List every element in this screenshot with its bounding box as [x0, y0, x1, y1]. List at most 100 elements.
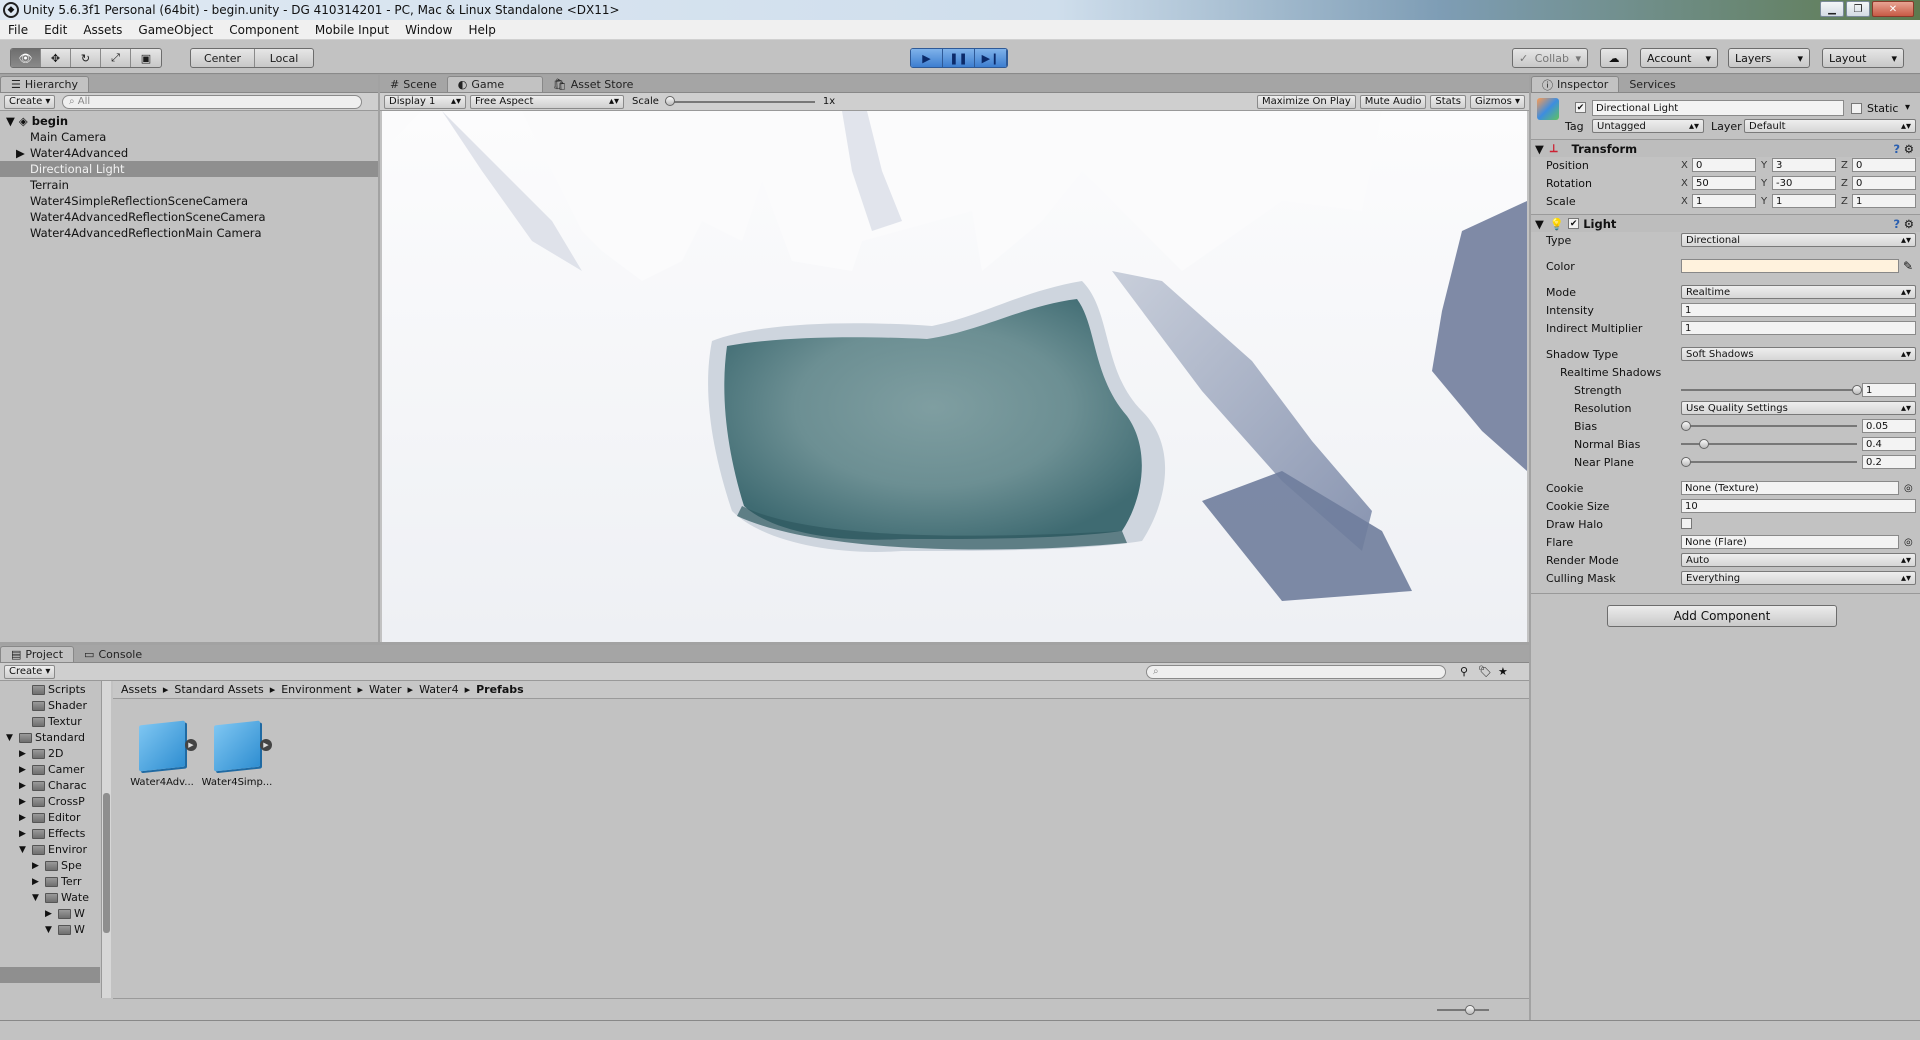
add-component-button[interactable]: Add Component [1607, 605, 1837, 627]
near-plane-field[interactable]: 0.2 [1862, 455, 1916, 469]
tab-hierarchy[interactable]: ☰ Hierarchy [0, 76, 90, 92]
tag-dropdown[interactable]: Untagged ▴▾ [1592, 119, 1704, 133]
collapsed-arrow-icon[interactable]: ▶ [45, 909, 55, 919]
display-dropdown[interactable]: Display 1 ▴▾ [384, 94, 466, 109]
menu-file[interactable]: File [0, 23, 36, 37]
account-dropdown[interactable]: Account ▾ [1640, 48, 1718, 68]
filter-type-icon[interactable]: ⚲ [1460, 665, 1468, 678]
scale-tool-icon[interactable]: ⤢ [101, 49, 131, 67]
menu-gameobject[interactable]: GameObject [130, 23, 221, 37]
menu-edit[interactable]: Edit [36, 23, 75, 37]
hierarchy-item[interactable]: Main Camera [0, 129, 378, 145]
draw-halo-checkbox[interactable] [1681, 518, 1692, 529]
active-checkbox[interactable]: ✔ [1575, 102, 1586, 113]
favorite-star-icon[interactable]: ★ [1498, 665, 1508, 678]
collapsed-arrow-icon[interactable]: ▶ [19, 829, 29, 839]
folder-tree-item[interactable]: ▶ Spe [32, 859, 82, 872]
folder-tree-item[interactable]: ▶ 2D [19, 747, 63, 760]
position-x-field[interactable]: 0 [1692, 158, 1756, 172]
folder-tree-item[interactable]: ▼ W [45, 923, 85, 936]
help-icon[interactable]: ? [1893, 142, 1900, 156]
collapsed-arrow-icon[interactable]: ▶ [19, 781, 29, 791]
collapsed-arrow-icon[interactable]: ▶ [19, 813, 29, 823]
color-swatch[interactable] [1681, 259, 1899, 273]
rotate-tool-icon[interactable]: ↻ [71, 49, 101, 67]
mode-dropdown[interactable]: Realtime ▴▾ [1681, 285, 1916, 299]
position-y-field[interactable]: 3 [1772, 158, 1836, 172]
folder-tree-item[interactable]: ▶ W [45, 907, 85, 920]
folder-tree-item[interactable]: ▼ Standard [6, 731, 85, 744]
breadcrumb-item[interactable]: Water [369, 683, 402, 696]
expanded-arrow-icon[interactable]: ▼ [19, 845, 29, 855]
minimize-button[interactable]: ▁ [1820, 1, 1844, 17]
hierarchy-item[interactable]: Terrain [0, 177, 378, 193]
menu-window[interactable]: Window [397, 23, 460, 37]
mute-audio-toggle[interactable]: Mute Audio [1359, 94, 1427, 109]
intensity-field[interactable]: 1 [1681, 303, 1916, 317]
folder-tree-item[interactable]: Shader [19, 699, 87, 712]
flare-field[interactable]: None (Flare) [1681, 535, 1899, 549]
breadcrumb-item[interactable]: Assets [121, 683, 157, 696]
eyedropper-icon[interactable]: ✎ [1903, 259, 1913, 273]
game-viewport[interactable] [382, 111, 1527, 642]
light-enabled-checkbox[interactable]: ✔ [1568, 218, 1580, 229]
gear-icon[interactable]: ⚙ [1904, 217, 1914, 231]
normal-bias-field[interactable]: 0.4 [1862, 437, 1916, 451]
normal-bias-slider-knob[interactable] [1699, 439, 1709, 449]
bias-field[interactable]: 0.05 [1862, 419, 1916, 433]
bias-slider-knob[interactable] [1681, 421, 1691, 431]
hierarchy-item[interactable]: Water4AdvancedReflectionMain Camera [0, 225, 378, 241]
project-search-input[interactable]: ⌕ [1146, 664, 1446, 679]
pause-icon[interactable]: ❚❚ [943, 49, 975, 67]
folder-tree-item[interactable]: ▶ Terr [32, 875, 81, 888]
layers-dropdown[interactable]: Layers ▾ [1728, 48, 1810, 68]
folder-tree-item[interactable]: ▶ Editor [19, 811, 81, 824]
folder-tree-item[interactable]: Textur [19, 715, 82, 728]
expanded-arrow-icon[interactable]: ▼ [32, 893, 42, 903]
view-tool-eye-icon[interactable]: 👁 [11, 49, 41, 67]
move-tool-icon[interactable]: ✥ [41, 49, 71, 67]
prefab-asset[interactable]: ▶ Water4Simp... [197, 717, 277, 788]
tree-scrollbar[interactable] [101, 681, 111, 998]
strength-slider-knob[interactable] [1852, 385, 1862, 395]
hierarchy-search-input[interactable]: ⌕ All [62, 94, 362, 109]
gizmos-dropdown[interactable]: Gizmos ▾ [1469, 94, 1525, 109]
transform-header[interactable]: ▼ ⟂ Transform ? ⚙ [1531, 139, 1920, 157]
tab-project[interactable]: ▤ Project [0, 646, 75, 662]
gear-icon[interactable]: ⚙ [1904, 142, 1914, 156]
collapsed-arrow-icon[interactable]: ▶ [32, 877, 42, 887]
layer-dropdown[interactable]: Default ▴▾ [1744, 119, 1916, 133]
tab-inspector[interactable]: ⓘ Inspector [1531, 76, 1620, 92]
type-dropdown[interactable]: Directional ▴▾ [1681, 233, 1916, 247]
collab-button[interactable]: ✓ Collab ▾ [1512, 48, 1588, 68]
collapsed-arrow-icon[interactable]: ▶ [16, 146, 30, 160]
render-mode-dropdown[interactable]: Auto ▴▾ [1681, 553, 1916, 567]
filter-label-icon[interactable]: 🏷 [1478, 665, 1492, 678]
shadow-type-dropdown[interactable]: Soft Shadows ▴▾ [1681, 347, 1916, 361]
breadcrumb-item[interactable]: Standard Assets [174, 683, 263, 696]
tab-scene[interactable]: # Scene [380, 76, 447, 92]
breadcrumb-item[interactable]: Environment [281, 683, 351, 696]
collapsed-arrow-icon[interactable]: ▶ [19, 749, 29, 759]
layout-dropdown[interactable]: Layout ▾ [1822, 48, 1904, 68]
step-icon[interactable]: ▶❙ [975, 49, 1007, 67]
expanded-arrow-icon[interactable]: ▼ [6, 733, 16, 743]
folder-tree-item[interactable]: ▶ Charac [19, 779, 87, 792]
menu-mobile-input[interactable]: Mobile Input [307, 23, 397, 37]
rotation-x-field[interactable]: 50 [1692, 176, 1756, 190]
icon-size-slider-knob[interactable] [1465, 1005, 1475, 1015]
tab-console[interactable]: ▭ Console [74, 646, 152, 662]
play-icon[interactable]: ▶ [911, 49, 943, 67]
scale-slider-knob[interactable] [664, 95, 675, 106]
rect-tool-icon[interactable]: ▣ [131, 49, 161, 67]
folder-tree-item[interactable]: ▼ Enviror [19, 843, 87, 856]
resolution-dropdown[interactable]: Use Quality Settings ▴▾ [1681, 401, 1916, 415]
hierarchy-item[interactable]: Water4AdvancedReflectionSceneCamera [0, 209, 378, 225]
collapsed-arrow-icon[interactable]: ▶ [19, 765, 29, 775]
scale-x-field[interactable]: 1 [1692, 194, 1756, 208]
hierarchy-item[interactable]: Water4SimpleReflectionSceneCamera [0, 193, 378, 209]
breadcrumb-item[interactable]: Water4 [419, 683, 459, 696]
near-plane-slider-knob[interactable] [1681, 457, 1691, 467]
object-name-field[interactable]: Directional Light [1592, 100, 1844, 116]
collapsed-arrow-icon[interactable]: ▶ [19, 797, 29, 807]
